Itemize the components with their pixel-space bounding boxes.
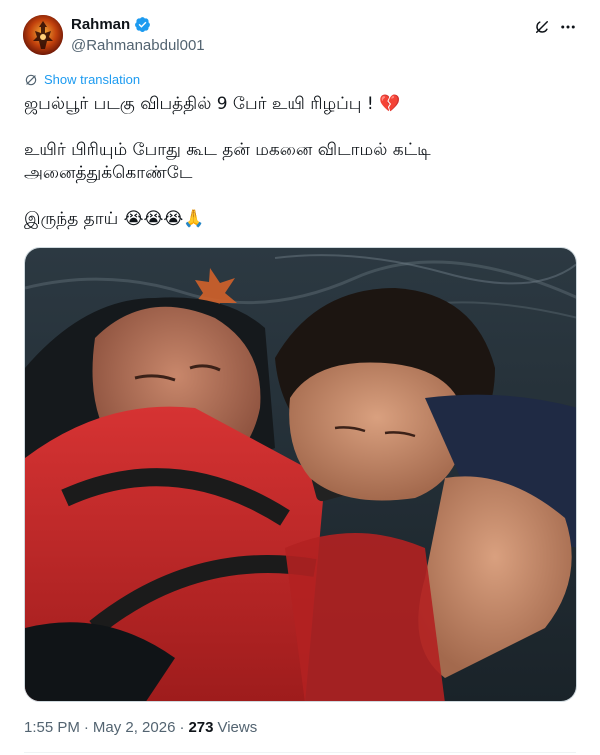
tweet-text-line: இருந்த தாய் 😭😭😭🙏 xyxy=(24,209,205,229)
tweet-text-line: அனைத்துக்கொண்டே xyxy=(24,163,193,183)
divider xyxy=(24,752,576,753)
tweet-time[interactable]: 1:55 PM xyxy=(24,719,80,736)
meta-separator: · xyxy=(179,719,185,736)
meta-separator: · xyxy=(83,719,89,736)
tweet-photo[interactable] xyxy=(24,247,577,702)
views-count: 273 xyxy=(188,719,214,736)
author-display-name[interactable]: Rahman xyxy=(71,16,130,33)
translate-icon xyxy=(25,74,37,85)
tweet-text-line: ஜபல்பூர் படகு விபத்தில் 9 பேர் உயி ரிழப்… xyxy=(24,94,401,114)
tweet-text: ஜபல்பூர் படகு விபத்தில் 9 பேர் உயி ரிழப்… xyxy=(24,93,576,231)
show-translation-label[interactable]: Show translation xyxy=(44,72,140,87)
more-icon[interactable] xyxy=(556,15,580,39)
grok-icon[interactable] xyxy=(530,15,554,39)
show-translation-link[interactable]: Show translation xyxy=(24,72,140,87)
avatar[interactable] xyxy=(23,15,63,55)
verified-badge-icon xyxy=(134,16,151,33)
tweet-text-line: உயிர் பிரியும் போது கூட தன் மகனை விடாமல்… xyxy=(24,140,431,160)
views-label: Views xyxy=(217,719,258,736)
tweet-date[interactable]: May 2, 2026 xyxy=(93,719,176,736)
tweet-meta: 1:55 PM · May 2, 2026 · 273 Views xyxy=(24,719,257,736)
author-handle[interactable]: @Rahmanabdul001 xyxy=(71,37,205,54)
author-name-row[interactable]: Rahman xyxy=(71,16,151,33)
tweet-card: Rahman @Rahmanabdul001 Show translation … xyxy=(0,0,600,755)
